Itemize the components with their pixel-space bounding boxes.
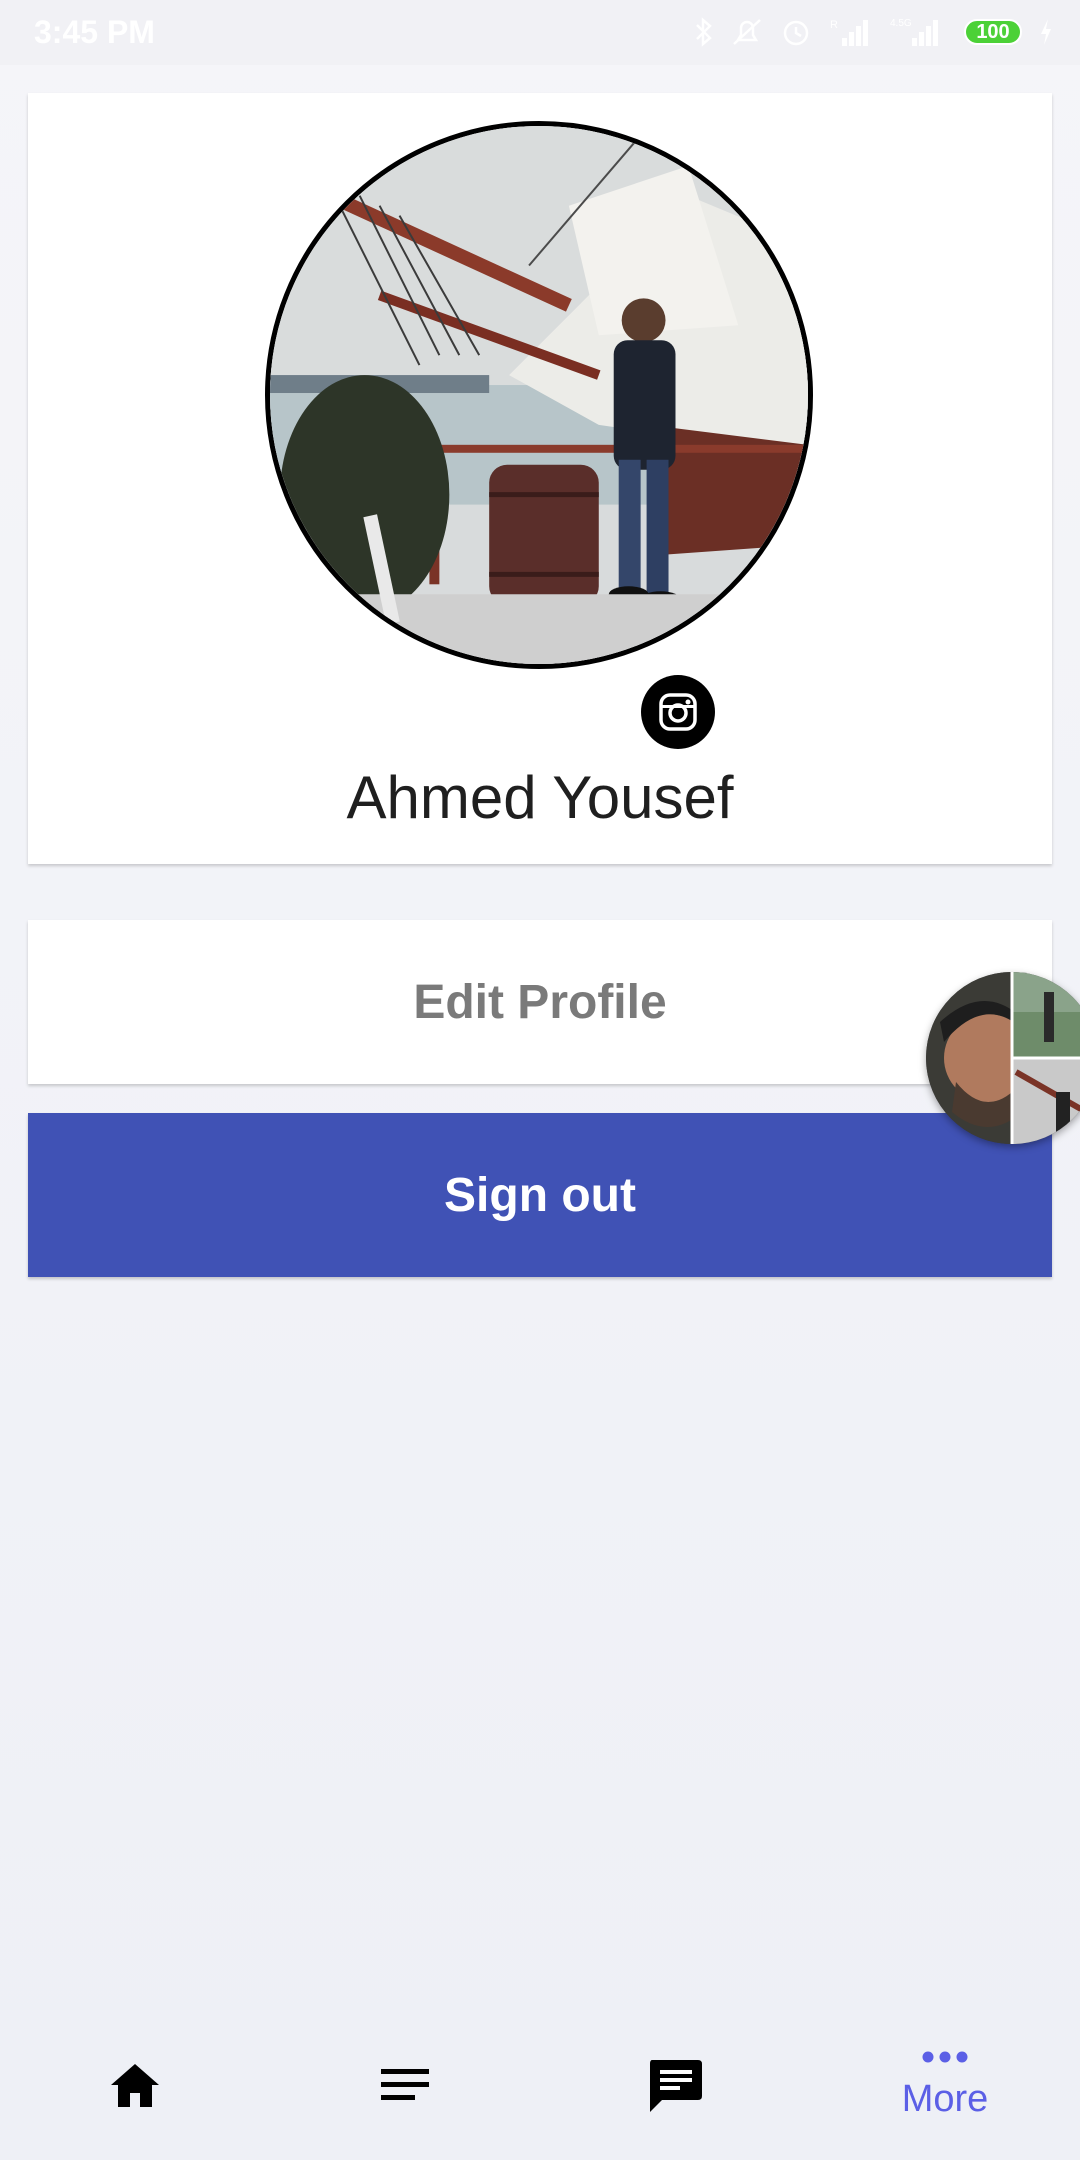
charging-icon bbox=[1038, 16, 1054, 48]
profile-avatar bbox=[265, 121, 813, 669]
signal-4-5g-icon: 4.5G bbox=[888, 16, 948, 48]
profile-photo bbox=[270, 126, 808, 664]
status-time: 3:45 PM bbox=[34, 14, 155, 50]
bluetooth-icon bbox=[694, 16, 714, 48]
status-bar: 3:45 PM R 4.5G 100 bbox=[0, 0, 1080, 65]
profile-screen: 3:45 PM R 4.5G 100 Ahmed Yousef Edit Pro… bbox=[0, 0, 1080, 2160]
bottom-nav: More bbox=[0, 2010, 1080, 2160]
list-icon bbox=[381, 2069, 429, 2100]
instagram-icon bbox=[659, 693, 697, 731]
instagram-button[interactable] bbox=[641, 675, 715, 749]
nav-chat[interactable] bbox=[540, 2010, 810, 2160]
alarm-icon bbox=[780, 16, 812, 48]
profile-name: Ahmed Yousef bbox=[346, 764, 734, 831]
nav-home[interactable] bbox=[0, 2010, 270, 2160]
svg-text:4.5G: 4.5G bbox=[890, 18, 912, 29]
nav-more[interactable]: More bbox=[810, 2010, 1080, 2160]
edit-profile-button[interactable]: Edit Profile bbox=[28, 920, 1052, 1084]
more-icon bbox=[922, 2051, 968, 2062]
sign-out-button[interactable]: Sign out bbox=[28, 1113, 1052, 1277]
home-icon bbox=[111, 2064, 159, 2107]
signal-r-icon: R bbox=[828, 16, 872, 48]
nav-list[interactable] bbox=[270, 2010, 540, 2160]
svg-text:R: R bbox=[830, 19, 838, 31]
nav-more-label: More bbox=[901, 2077, 989, 2120]
mute-icon bbox=[730, 16, 764, 48]
chat-icon bbox=[650, 2060, 702, 2112]
status-icons: R 4.5G 100 bbox=[694, 14, 1054, 50]
profile-card: Ahmed Yousef bbox=[28, 93, 1052, 864]
battery-icon: 100 bbox=[964, 19, 1022, 45]
